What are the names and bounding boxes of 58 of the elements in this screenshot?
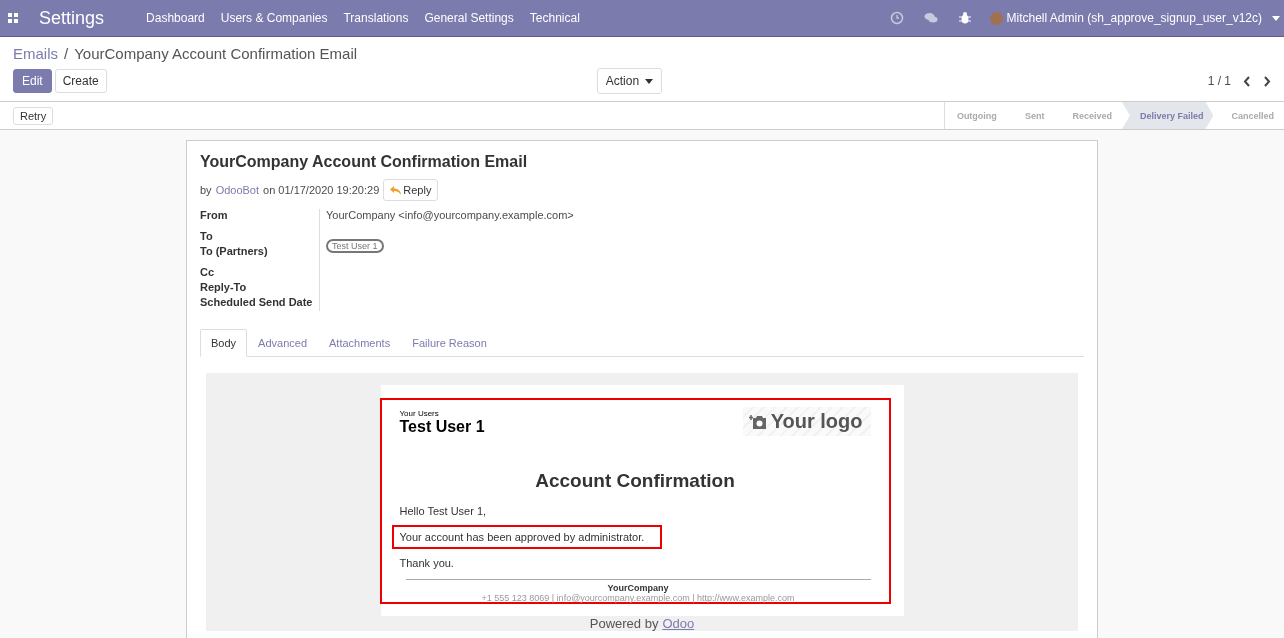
menu-item[interactable]: Translations	[335, 11, 417, 25]
contact-text: +1 555 123 8069 | info@yourcompany.example.com | http://www.example.com	[480, 593, 796, 603]
apps-grid-icon[interactable]	[8, 13, 18, 23]
reply-button[interactable]: Reply	[383, 179, 439, 201]
status-stage[interactable]: Sent	[1006, 102, 1055, 129]
clock-icon[interactable]	[889, 11, 904, 25]
field-label: Scheduled Send Date	[200, 296, 314, 310]
email-heading: Account Confirmation	[534, 470, 736, 492]
status-stage[interactable]: Outgoing	[944, 102, 1007, 129]
email-kicker: Your Users	[399, 409, 440, 418]
logo-text: Your logo	[770, 410, 863, 433]
action-dropdown[interactable]: Action	[596, 68, 663, 94]
powered-by-text: Powered by	[589, 616, 659, 631]
caret-icon[interactable]	[1272, 15, 1280, 21]
caret-icon	[645, 78, 654, 84]
bug-icon[interactable]	[957, 11, 972, 25]
chevron-left-icon[interactable]	[1243, 75, 1251, 87]
field-label: Reply-To	[200, 281, 248, 295]
tab[interactable]: Attachments	[318, 329, 402, 357]
field-label: To (Partners)	[200, 245, 269, 259]
tab[interactable]: Advanced	[247, 329, 318, 357]
status-stage[interactable]: Cancelled	[1213, 102, 1284, 129]
odoo-link[interactable]: Odoo	[662, 616, 695, 631]
retry-button[interactable]: Retry	[13, 106, 54, 125]
field-label: Cc	[200, 266, 216, 280]
app-title: Settings	[39, 7, 105, 29]
tab[interactable]: Failure Reason	[401, 329, 498, 357]
email-subject: YourCompany Account Confirmation Email	[200, 153, 529, 171]
pager-text: 1 / 1	[1207, 74, 1231, 88]
status-stage[interactable]: Delivery Failed	[1121, 102, 1214, 129]
menu-item[interactable]: Technical	[521, 11, 588, 25]
closing-text: Thank you.	[399, 557, 455, 569]
menu-item[interactable]: Dashboard	[138, 11, 213, 25]
menu-item[interactable]: Users & Companies	[212, 11, 336, 25]
approval-message: Your account has been approved by administrator.	[391, 525, 663, 549]
recipient-name: Test User 1	[399, 418, 485, 436]
camera-icon	[748, 413, 767, 430]
user-name[interactable]: Mitchell Admin (sh_approve_signup_user_v12c)	[1006, 11, 1262, 25]
tab[interactable]: Body	[200, 329, 248, 357]
field-value: YourCompany <info@yourcompany.example.com>	[326, 209, 574, 221]
greeting-text: Hello Test User 1,	[399, 505, 488, 517]
field-label: To	[200, 230, 214, 244]
partner-tag[interactable]: Test User 1	[326, 239, 384, 253]
edit-button[interactable]: Edit	[13, 69, 52, 93]
reply-arrow-icon	[390, 185, 402, 195]
breadcrumb-link[interactable]: Emails	[13, 45, 58, 62]
breadcrumb-separator: /	[64, 45, 69, 62]
by-text: by	[200, 184, 212, 196]
create-button[interactable]: Create	[54, 69, 107, 93]
chevron-right-icon[interactable]	[1263, 75, 1271, 87]
company-name: YourCompany	[606, 583, 670, 593]
field-label: From	[200, 209, 229, 223]
breadcrumb-current: YourCompany Account Confirmation Email	[74, 45, 358, 62]
chat-icon[interactable]	[923, 11, 938, 25]
menu-item[interactable]: General Settings	[416, 11, 522, 25]
status-stage[interactable]: Received	[1054, 102, 1122, 129]
date-text: on 01/17/2020 19:20:29	[263, 184, 380, 196]
author-link[interactable]: OdooBot	[215, 184, 260, 196]
